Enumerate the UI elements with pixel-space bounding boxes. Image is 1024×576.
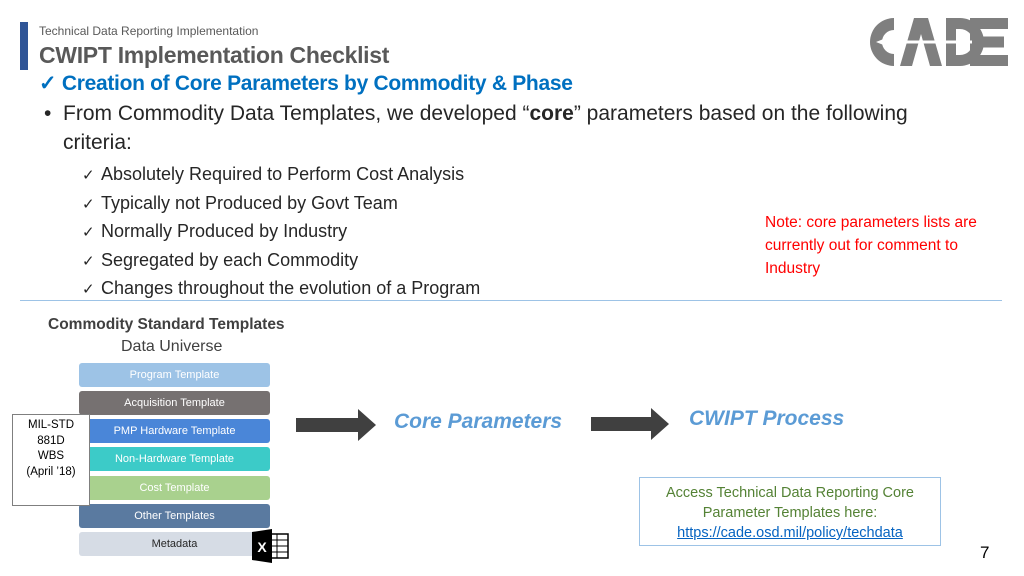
criteria-item: ✓ Changes throughout the evolution of a P… [82,274,480,303]
template-block: PMP Hardware Template [79,419,270,443]
criteria-item: ✓ Absolutely Required to Perform Cost Ana… [82,160,480,189]
industry-note: Note: core parameters lists are currentl… [765,214,977,277]
check-icon: ✓ [39,72,57,95]
diagram-title: Commodity Standard Templates [48,316,285,333]
slide-subtitle: Technical Data Reporting Implementation [39,24,259,38]
criteria-item: ✓ Typically not Produced by Govt Team [82,189,480,218]
template-block: Other Templates [79,504,270,528]
check-icon: ✓ [82,224,95,241]
milstd-wbs-box: MIL-STD 881D WBS (April ’18) [12,414,90,506]
template-block: Acquisition Template [79,391,270,415]
bullet-bold-word: core [529,102,574,125]
template-block: Program Template [79,363,270,387]
criteria-list: ✓ Absolutely Required to Perform Cost Ana… [82,160,480,303]
section-heading-text: Creation of Core Parameters by Commodity… [61,72,573,95]
slide-title: CWIPT Implementation Checklist [39,42,390,68]
section-heading: ✓ Creation of Core Parameters by Commodi… [39,71,573,96]
check-icon: ✓ [82,195,95,213]
svg-text:X: X [257,539,267,555]
diagram-subtitle: Data Universe [121,338,223,355]
criteria-item: ✓ Segregated by each Commodity [82,246,480,275]
techdata-link[interactable]: https://cade.osd.mil/policy/techdata [677,525,903,541]
divider [20,300,1002,301]
page-number: 7 [980,543,990,562]
access-box: Access Technical Data Reporting Core Par… [639,477,941,546]
excel-icon: X [252,529,292,568]
arrow-right-icon [591,408,669,445]
cade-logo [866,14,1008,75]
criteria-item: ✓ Normally Produced by Industry [82,217,480,246]
bullet-icon: • [44,102,52,125]
bullet-text: From Commodity Data Templates, we develo… [63,102,908,154]
check-icon: ✓ [82,252,95,270]
template-block: Non-Hardware Template [79,447,270,471]
check-icon: ✓ [82,167,95,184]
template-block: Cost Template [79,476,270,500]
cwipt-process-label: CWIPT Process [689,407,845,430]
accent-bar [20,22,28,70]
arrow-right-icon [296,409,376,446]
core-parameters-label: Core Parameters [394,410,563,433]
template-block: Metadata [79,532,270,556]
